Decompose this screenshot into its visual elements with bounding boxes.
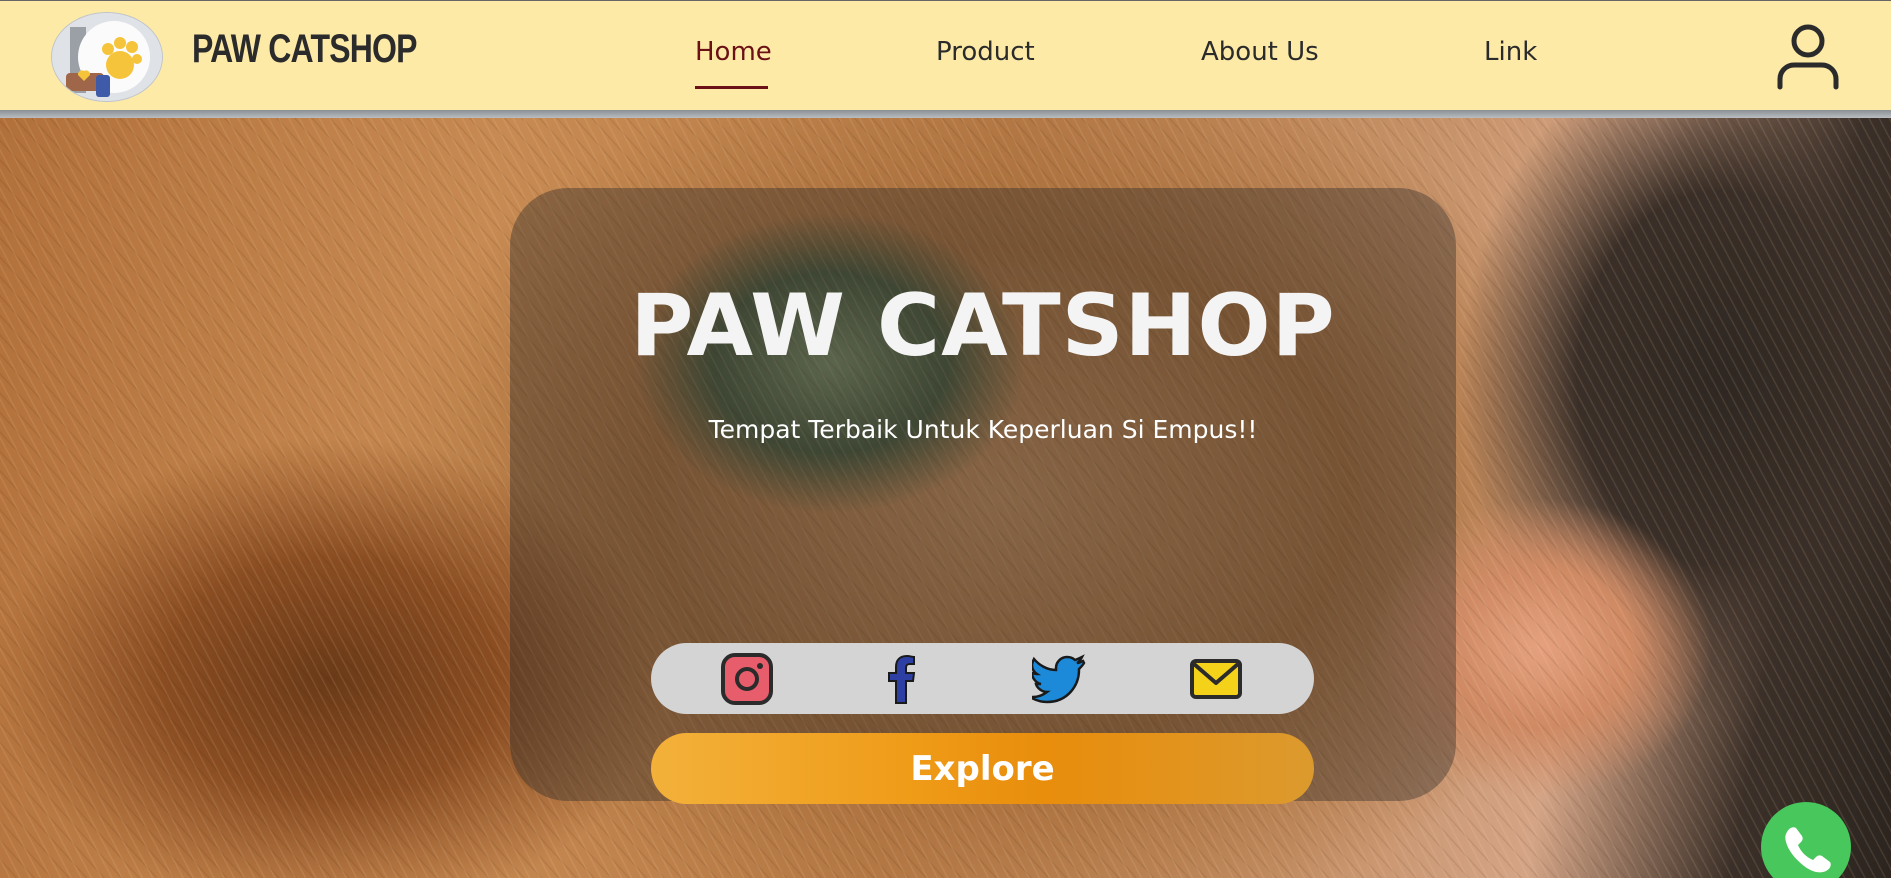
- cat-paw-logo-icon: [52, 13, 162, 101]
- nav-home[interactable]: Home: [695, 37, 772, 67]
- hero-title: PAW CATSHOP: [630, 276, 1336, 376]
- hero-subtitle: Tempat Terbaik Untuk Keperluan Si Empus!…: [708, 415, 1258, 444]
- user-account-icon[interactable]: [1776, 23, 1840, 91]
- explore-button[interactable]: Explore: [651, 733, 1314, 804]
- page: PAW CATSHOP Home Product About Us Link P…: [0, 0, 1891, 880]
- logo[interactable]: [52, 13, 162, 101]
- brand-name: PAW CATSHOP: [192, 27, 417, 71]
- nav-active-underline: [695, 86, 768, 89]
- navbar-shadow: [0, 110, 1891, 118]
- hero-section: PAW CATSHOP Tempat Terbaik Untuk Keperlu…: [0, 118, 1891, 880]
- hero-card: PAW CATSHOP Tempat Terbaik Untuk Keperlu…: [510, 188, 1456, 804]
- email-icon[interactable]: [1189, 653, 1243, 705]
- nav-link[interactable]: Link: [1484, 37, 1537, 67]
- twitter-icon[interactable]: [1025, 653, 1086, 705]
- social-links-bar: [651, 643, 1314, 714]
- nav-about-us[interactable]: About Us: [1201, 37, 1319, 67]
- facebook-icon[interactable]: [876, 653, 930, 705]
- nav-product[interactable]: Product: [936, 37, 1035, 67]
- navbar: PAW CATSHOP Home Product About Us Link: [0, 0, 1891, 110]
- instagram-icon[interactable]: [720, 653, 774, 705]
